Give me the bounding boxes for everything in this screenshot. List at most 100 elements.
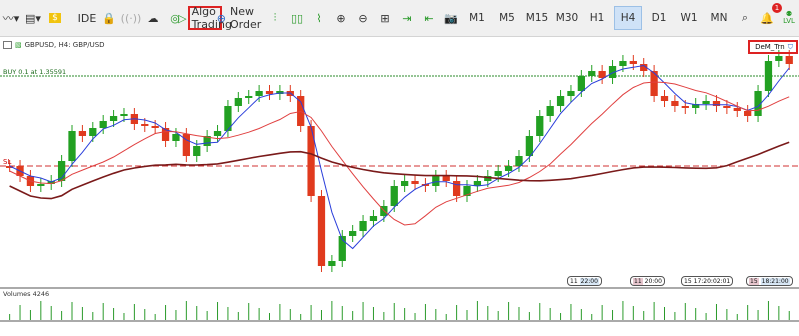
date-tag-day: 15 — [749, 277, 759, 285]
date-tag-time: 20:00 — [644, 277, 662, 285]
candle — [234, 98, 242, 106]
stop-loss-label[interactable]: SL — [3, 158, 11, 166]
candle — [255, 91, 263, 96]
symbol-label: GBPUSD, H4: GBP/USD — [24, 41, 105, 49]
notification-count: 1 — [772, 3, 782, 13]
autoscroll-icon[interactable]: ⇥ — [398, 7, 416, 29]
candle — [99, 121, 107, 128]
candle — [120, 114, 128, 116]
candle — [182, 134, 190, 156]
lock-icon[interactable]: 🔒 — [100, 7, 118, 29]
ide-label: IDE — [77, 11, 97, 25]
candle — [546, 106, 554, 116]
dollar-icon[interactable]: $ — [46, 7, 64, 29]
candle — [577, 76, 585, 91]
candle — [328, 261, 336, 266]
candle — [452, 181, 461, 196]
candle — [151, 126, 159, 128]
candle — [411, 181, 419, 184]
lvl-label: LVL — [783, 17, 795, 25]
play-icon: ▷ — [178, 11, 187, 25]
date-tag-day: 11 — [633, 277, 643, 285]
ea-icon: ▧ — [15, 41, 22, 49]
chart-shift-icon[interactable]: ⇤ — [420, 7, 438, 29]
candle — [660, 96, 669, 101]
tf-h1[interactable]: H1 — [584, 7, 610, 29]
candle — [671, 101, 679, 106]
fast-moving-average — [9, 64, 790, 250]
candle — [536, 116, 544, 136]
candle — [723, 106, 731, 108]
search-icon[interactable]: ⌕ — [736, 7, 754, 29]
new-order-label: New Order — [229, 5, 262, 31]
bar-chart-icon[interactable]: ⫶ — [266, 7, 284, 29]
candle — [764, 61, 773, 91]
tf-mn[interactable]: MN — [706, 7, 732, 29]
tf-m15[interactable]: M15 — [524, 7, 550, 29]
candle — [556, 96, 565, 106]
new-order-icon: ⊕ — [216, 11, 226, 25]
date-tag-time: 17:20:02:01 — [693, 277, 731, 285]
ide-button[interactable]: IDE — [77, 7, 97, 29]
date-tag-day: 15 — [684, 277, 692, 285]
candle — [317, 196, 326, 266]
candle — [37, 184, 45, 186]
price-chart[interactable] — [0, 36, 799, 336]
candle — [733, 108, 741, 111]
date-tag: 15 17:20:02:01 — [681, 276, 734, 286]
screenshot-icon[interactable]: 📷 — [442, 7, 460, 29]
zoom-in-icon[interactable]: ⊕ — [332, 7, 350, 29]
candle — [172, 134, 180, 141]
chart-template-icon[interactable]: ▤▾ — [24, 7, 42, 29]
candle — [494, 171, 502, 176]
notifications-icon[interactable]: 🔔 1 — [758, 3, 782, 29]
candle — [504, 166, 513, 171]
candle — [775, 56, 783, 61]
candle — [390, 186, 398, 206]
line-icon[interactable]: ⌇ — [310, 7, 328, 29]
zoom-out-icon[interactable]: ⊖ — [354, 7, 372, 29]
chart-header: ▧ GBPUSD, H4: GBP/USD — [3, 41, 105, 49]
new-order-button[interactable]: ⊕ New Order — [217, 5, 261, 31]
grid-icon[interactable]: ⊞ — [376, 7, 394, 29]
date-tag-day: 11 — [570, 277, 578, 285]
candle — [650, 71, 658, 96]
candle — [141, 124, 149, 126]
signal-icon[interactable]: ((·)) — [121, 7, 142, 29]
toolbar: 〰▾ ▤▾ $ IDE 🔒 ((·)) ☁ ◎ ▷ Algo Trading ⊕… — [0, 0, 799, 37]
candle — [588, 71, 596, 76]
ea-hat-icon: ⛉ — [787, 42, 793, 51]
date-tag: 11 20:00 — [630, 276, 665, 286]
candle — [629, 61, 637, 64]
candle — [349, 231, 357, 236]
tf-h4[interactable]: H4 — [614, 6, 642, 30]
candle — [442, 176, 450, 181]
candle — [744, 111, 752, 116]
candle — [702, 101, 710, 104]
tf-d1[interactable]: D1 — [646, 7, 672, 29]
candle — [401, 181, 409, 186]
candle — [78, 131, 87, 136]
tf-w1[interactable]: W1 — [676, 7, 702, 29]
date-tag-time: 22:00 — [579, 277, 599, 285]
volumes-label: Volumes 4246 — [3, 290, 50, 298]
candle — [245, 96, 253, 98]
candle — [109, 116, 118, 121]
cloud-icon[interactable]: ☁ — [144, 7, 162, 29]
candle — [525, 136, 534, 156]
date-tag: 11 22:00 — [567, 276, 602, 286]
candle — [432, 176, 440, 186]
expert-advisor-label[interactable]: DeM_Trn ⛉ — [748, 40, 798, 54]
level-icon[interactable]: ⚉ LVL — [780, 7, 798, 29]
window-icon — [3, 41, 12, 49]
tf-m1[interactable]: M1 — [464, 7, 490, 29]
ea-name: DeM_Trn — [755, 43, 785, 51]
tf-m5[interactable]: M5 — [494, 7, 520, 29]
buy-order-label[interactable]: BUY 0.1 at 1.35591 — [3, 68, 66, 76]
candle — [89, 128, 97, 136]
date-tag-time: 18:21:00 — [760, 277, 790, 285]
candlestick-icon[interactable]: ▯▯ — [288, 7, 306, 29]
line-chart-icon[interactable]: 〰▾ — [2, 7, 20, 29]
chart-canvas[interactable] — [0, 36, 799, 336]
tf-m30[interactable]: M30 — [554, 7, 580, 29]
